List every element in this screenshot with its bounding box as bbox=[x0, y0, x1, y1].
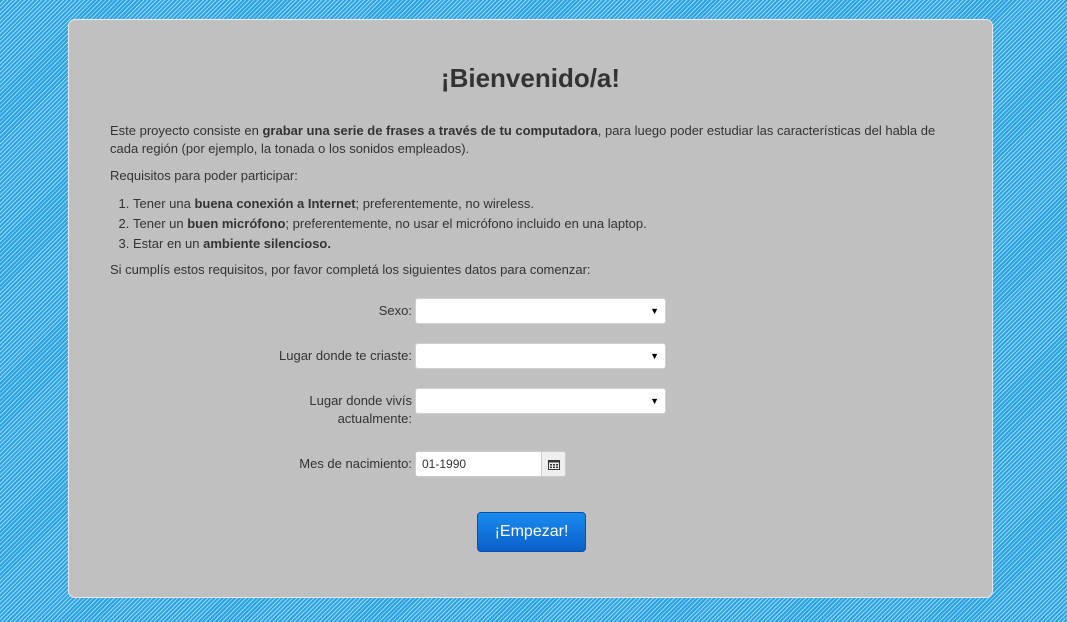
page-title: ¡Bienvenido/a! bbox=[440, 63, 621, 93]
sexo-select[interactable]: ▼ bbox=[415, 298, 666, 324]
cta-text: Si cumplís estos requisitos, por favor c… bbox=[110, 262, 591, 277]
calendar-icon bbox=[548, 460, 560, 470]
chevron-down-icon: ▼ bbox=[650, 306, 659, 316]
list-item: Tener una buena conexión a Internet; pre… bbox=[133, 194, 950, 214]
req-text: Tener una bbox=[133, 196, 195, 211]
nacimiento-label: Mes de nacimiento: bbox=[299, 456, 412, 471]
lugar-criaste-select[interactable]: ▼ bbox=[415, 343, 666, 369]
req-text: Tener un bbox=[133, 216, 188, 231]
req-text: Estar en un bbox=[133, 236, 204, 251]
chevron-down-icon: ▼ bbox=[650, 351, 659, 361]
requirements-heading: Requisitos para poder participar: bbox=[110, 168, 298, 183]
lugar-vivis-label: Lugar donde vivís actualmente: bbox=[309, 393, 412, 426]
intro-bold-text: grabar una serie de frases a través de t… bbox=[262, 123, 598, 138]
sexo-label: Sexo: bbox=[378, 303, 412, 318]
welcome-card: ¡Bienvenido/a! Este proyecto consiste en… bbox=[68, 19, 993, 598]
req-bold: buena conexión a Internet bbox=[194, 196, 356, 211]
intro-text-1: Este proyecto consiste en bbox=[110, 123, 263, 138]
list-item: Tener un buen micrófono; preferentemente… bbox=[133, 214, 950, 234]
birth-month-input[interactable]: 01-1990 bbox=[415, 451, 542, 477]
chevron-down-icon: ▼ bbox=[650, 396, 659, 406]
req-bold: buen micrófono bbox=[187, 216, 286, 231]
requirements-list: Tener una buena conexión a Internet; pre… bbox=[110, 194, 950, 254]
req-bold: ambiente silencioso. bbox=[203, 236, 331, 251]
intro-paragraph: Este proyecto consiste en grabar una ser… bbox=[110, 122, 950, 158]
lugar-criaste-label: Lugar donde te criaste: bbox=[279, 348, 412, 363]
req-text: ; preferentemente, no usar el micrófono … bbox=[285, 216, 647, 231]
intro-content: Este proyecto consiste en grabar una ser… bbox=[110, 122, 950, 288]
req-text: ; preferentemente, no wireless. bbox=[355, 196, 535, 211]
start-button[interactable]: ¡Empezar! bbox=[477, 512, 586, 552]
calendar-button[interactable] bbox=[541, 451, 566, 477]
list-item: Estar en un ambiente silencioso. bbox=[133, 234, 950, 254]
lugar-vivis-select[interactable]: ▼ bbox=[415, 388, 666, 414]
